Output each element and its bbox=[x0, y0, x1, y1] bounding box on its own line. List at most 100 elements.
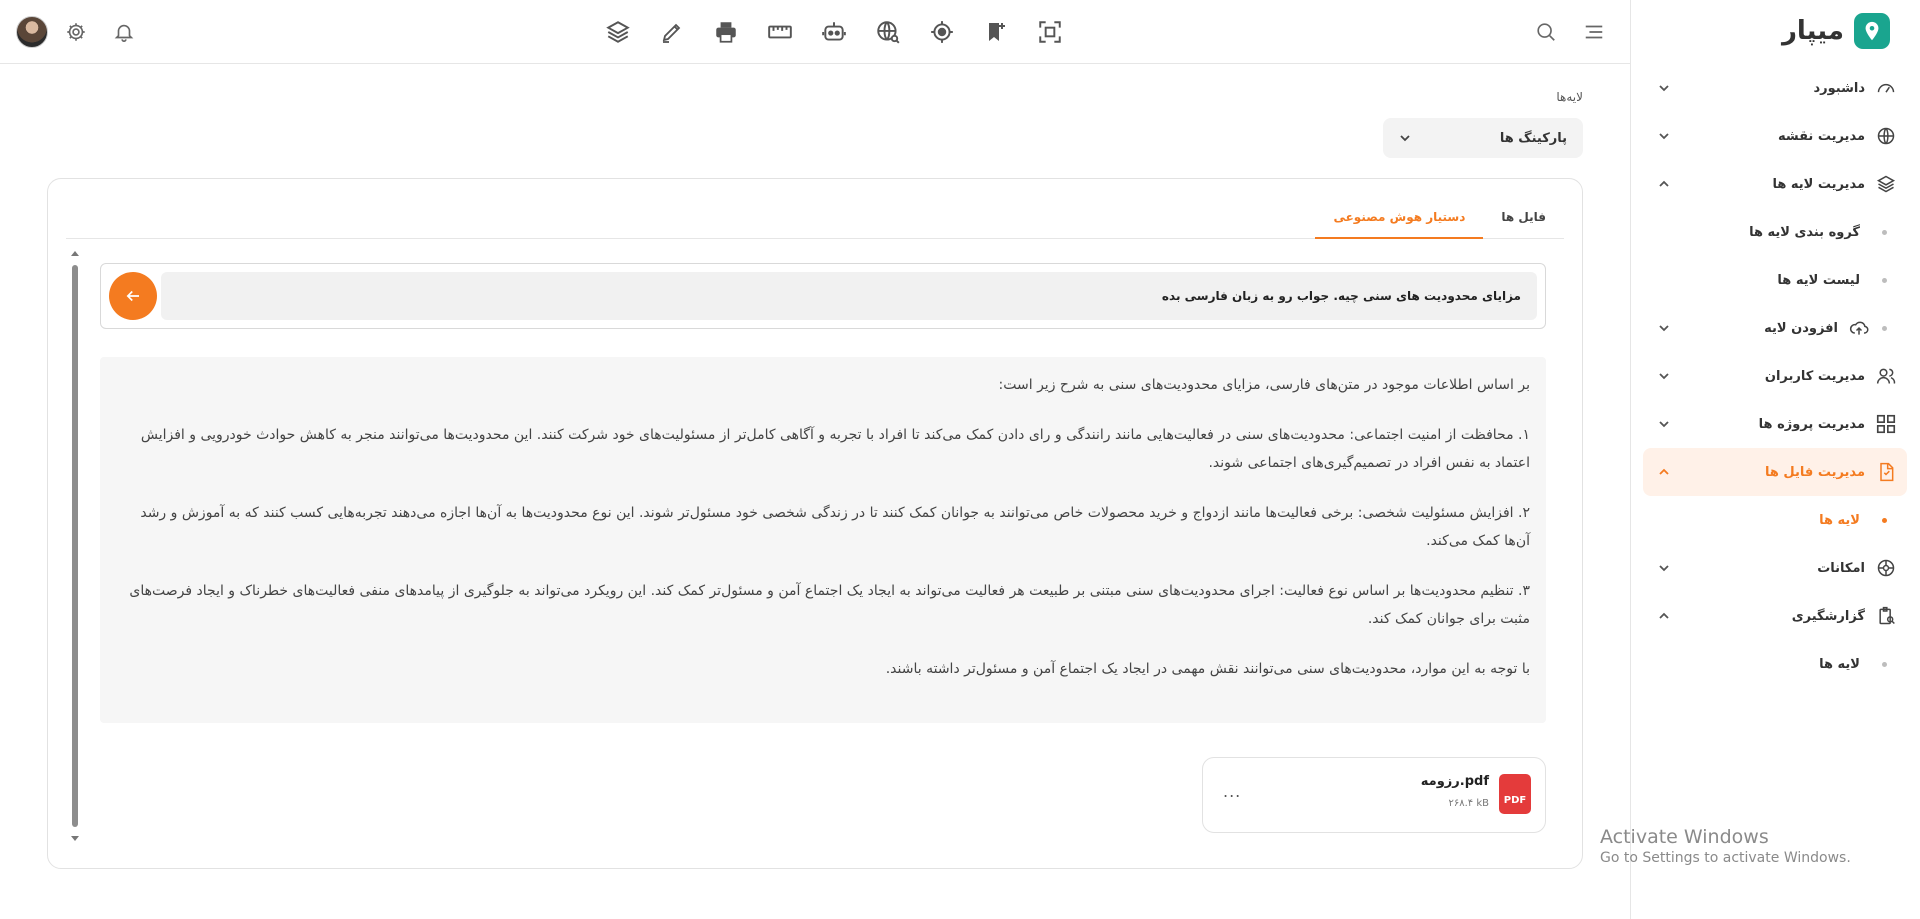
query-text: مزایای محدودیت های سنی چیه. جواب رو به ز… bbox=[1161, 289, 1521, 303]
file-name: رزومه.pdf bbox=[1420, 774, 1489, 789]
chevron-up-icon bbox=[1657, 609, 1671, 623]
scrollbar[interactable] bbox=[70, 251, 80, 841]
more-options-icon[interactable]: ... bbox=[1223, 782, 1241, 801]
query-box: مزایای محدودیت های سنی چیه. جواب رو به ز… bbox=[100, 263, 1546, 329]
answer-conclusion: با توجه به این موارد، محدودیت‌های سنی می… bbox=[885, 661, 1530, 677]
brand-name: میپار bbox=[1781, 16, 1844, 46]
sidebar-subitem-layer-grouping[interactable]: گروه بندی لایه ها bbox=[1643, 208, 1907, 256]
chevron-down-icon bbox=[1657, 321, 1671, 335]
cloud-upload-icon bbox=[1848, 317, 1870, 339]
fullscreen-icon[interactable] bbox=[1036, 18, 1064, 46]
bullet-dot bbox=[1882, 277, 1887, 283]
layer-select-value: پارکینگ ها bbox=[1499, 130, 1567, 146]
top-toolbar bbox=[0, 0, 1630, 64]
sidebar-item-label: مدیریت لایه ها bbox=[1772, 176, 1865, 192]
sidebar-item-features[interactable]: امکانات bbox=[1643, 544, 1907, 592]
globe-search-icon[interactable] bbox=[874, 18, 902, 46]
chevron-down-icon bbox=[1657, 81, 1671, 95]
globe-icon bbox=[1875, 125, 1897, 147]
sidebar-item-label: افزودن لایه bbox=[1764, 320, 1838, 336]
sidebar-item-label: داشبورد bbox=[1813, 80, 1865, 96]
sidebar-item-label: مدیریت پروژه ها bbox=[1758, 416, 1865, 432]
sidebar-subitem-report-layers[interactable]: لایه ها bbox=[1643, 640, 1907, 688]
sidebar-item-map-management[interactable]: مدیریت نقشه bbox=[1643, 112, 1907, 160]
draw-icon[interactable] bbox=[658, 18, 686, 46]
sidebar-item-label: مدیریت نقشه bbox=[1777, 128, 1865, 144]
chevron-down-icon bbox=[1399, 129, 1411, 148]
sidebar: میپار داشبورد مدیریت نقشه مدیریت لایه ها… bbox=[1630, 0, 1920, 919]
search-icon[interactable] bbox=[1532, 18, 1560, 46]
sidebar-item-user-management[interactable]: مدیریت کاربران bbox=[1643, 352, 1907, 400]
file-size: ۲۶۸.۴ kB bbox=[1448, 798, 1490, 809]
layer-select[interactable]: پارکینگ ها bbox=[1383, 118, 1583, 158]
sidebar-item-label: گروه بندی لایه ها bbox=[1749, 224, 1860, 240]
sidebar-item-layer-management[interactable]: مدیریت لایه ها bbox=[1643, 160, 1907, 208]
gear-icon[interactable] bbox=[62, 18, 90, 46]
breadcrumb: لایه‌ها bbox=[1556, 90, 1583, 104]
sidebar-item-label: گزارشگیری bbox=[1791, 608, 1865, 624]
chevron-up-icon bbox=[1657, 465, 1671, 479]
locate-icon[interactable] bbox=[928, 18, 956, 46]
sidebar-item-dashboard[interactable]: داشبورد bbox=[1643, 64, 1907, 112]
sidebar-item-label: مدیریت کاربران bbox=[1764, 368, 1865, 384]
scrollbar-thumb[interactable] bbox=[72, 265, 78, 827]
bookmark-add-icon[interactable] bbox=[982, 18, 1010, 46]
tab-bar: فایل ها دستیار هوش مصنوعی bbox=[66, 205, 1564, 239]
sidebar-menu: داشبورد مدیریت نقشه مدیریت لایه ها گروه … bbox=[1643, 64, 1907, 688]
layers-icon bbox=[1875, 173, 1897, 195]
avatar[interactable] bbox=[16, 16, 48, 48]
logo-icon bbox=[1854, 13, 1890, 49]
printer-icon[interactable] bbox=[712, 18, 740, 46]
file-icon bbox=[1875, 461, 1897, 483]
watermark-line-1: Activate Windows bbox=[1600, 826, 1769, 848]
attached-file[interactable]: PDF رزومه.pdf ۲۶۸.۴ kB ... bbox=[1202, 757, 1546, 833]
sidebar-item-add-layer[interactable]: افزودن لایه bbox=[1643, 304, 1907, 352]
sidebar-item-label: لایه ها bbox=[1819, 512, 1860, 528]
answer-point-3: ۳. تنظیم محدودیت‌ها بر اساس نوع فعالیت: … bbox=[129, 583, 1530, 627]
sidebar-item-reporting[interactable]: گزارشگیری bbox=[1643, 592, 1907, 640]
bullet-dot bbox=[1882, 325, 1887, 331]
gauge-icon bbox=[1875, 77, 1897, 99]
send-button[interactable] bbox=[109, 272, 157, 320]
bullet-dot bbox=[1882, 661, 1887, 667]
answer-intro: بر اساس اطلاعات موجود در متن‌های فارسی، … bbox=[998, 377, 1530, 393]
sidebar-item-label: لایه ها bbox=[1819, 656, 1860, 672]
ruler-icon[interactable] bbox=[766, 18, 794, 46]
menu-icon[interactable] bbox=[1580, 18, 1608, 46]
layers-icon[interactable] bbox=[604, 18, 632, 46]
sidebar-item-label: امکانات bbox=[1817, 560, 1865, 576]
chevron-down-icon bbox=[1657, 561, 1671, 575]
scroll-up-arrow-icon[interactable] bbox=[71, 251, 79, 256]
chevron-up-icon bbox=[1657, 177, 1671, 191]
bullet-dot bbox=[1882, 229, 1887, 235]
content-card: فایل ها دستیار هوش مصنوعی مزایای محدودیت… bbox=[47, 178, 1583, 869]
scroll-down-arrow-icon[interactable] bbox=[71, 836, 79, 841]
ai-answer: بر اساس اطلاعات موجود در متن‌های فارسی، … bbox=[100, 357, 1546, 723]
bullet-dot bbox=[1882, 517, 1887, 523]
tab-files[interactable]: فایل ها bbox=[1483, 205, 1564, 239]
chevron-down-icon bbox=[1657, 369, 1671, 383]
sidebar-item-file-management[interactable]: مدیریت فایل ها bbox=[1643, 448, 1907, 496]
report-icon bbox=[1875, 605, 1897, 627]
chevron-down-icon bbox=[1657, 129, 1671, 143]
query-input[interactable]: مزایای محدودیت های سنی چیه. جواب رو به ز… bbox=[161, 272, 1537, 320]
watermark-line-2: Go to Settings to activate Windows. bbox=[1600, 850, 1851, 866]
answer-point-2: ۲. افزایش مسئولیت شخصی: برخی فعالیت‌ها م… bbox=[140, 505, 1530, 549]
grid-icon bbox=[1875, 413, 1897, 435]
brand[interactable]: میپار bbox=[1782, 13, 1890, 49]
bell-icon[interactable] bbox=[110, 18, 138, 46]
tab-ai-assistant[interactable]: دستیار هوش مصنوعی bbox=[1315, 205, 1484, 239]
users-icon bbox=[1875, 365, 1897, 387]
pdf-file-icon: PDF bbox=[1499, 774, 1531, 814]
sidebar-subitem-files-layers[interactable]: لایه ها bbox=[1643, 496, 1907, 544]
settings-wheel-icon bbox=[1875, 557, 1897, 579]
arrow-left-icon bbox=[126, 290, 139, 302]
robot-icon[interactable] bbox=[820, 18, 848, 46]
windows-activation-watermark: Activate Windows Go to Settings to activ… bbox=[1600, 826, 1851, 866]
sidebar-item-label: لیست لایه ها bbox=[1777, 272, 1860, 288]
sidebar-item-label: مدیریت فایل ها bbox=[1765, 464, 1865, 480]
chevron-down-icon bbox=[1657, 417, 1671, 431]
answer-point-1: ۱. محافظت از امنیت اجتماعی: محدودیت‌های … bbox=[140, 427, 1530, 471]
sidebar-item-project-management[interactable]: مدیریت پروژه ها bbox=[1643, 400, 1907, 448]
sidebar-subitem-layer-list[interactable]: لیست لایه ها bbox=[1643, 256, 1907, 304]
